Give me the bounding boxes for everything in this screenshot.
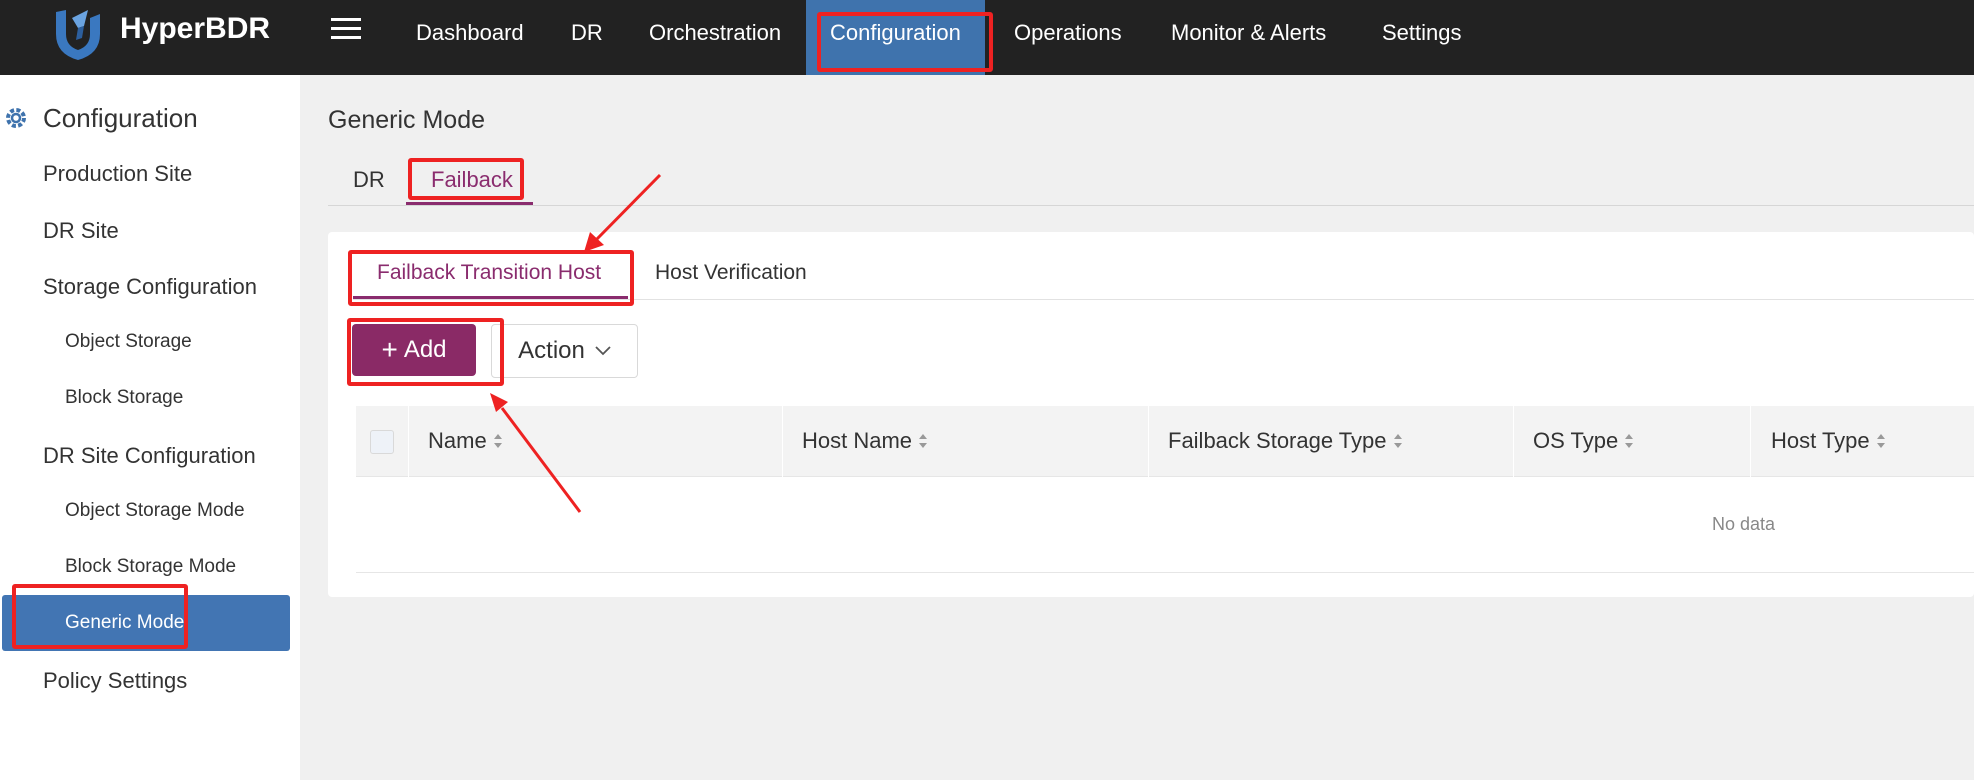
nav-operations[interactable]: Operations — [1014, 0, 1122, 75]
column-label: Failback Storage Type — [1168, 428, 1387, 453]
sidebar-item-generic-mode[interactable]: Generic Mode — [65, 612, 184, 634]
subtab-active-indicator — [353, 296, 628, 299]
sidebar-item-policy-settings[interactable]: Policy Settings — [43, 668, 187, 694]
menu-toggle-icon[interactable] — [331, 14, 361, 44]
tab-failback-transition-host[interactable]: Failback Transition Host — [377, 261, 601, 285]
sidebar-item-block-storage-mode[interactable]: Block Storage Mode — [65, 556, 236, 578]
add-button[interactable]: + Add — [352, 324, 476, 376]
action-button-label: Action — [518, 337, 585, 364]
page-title: Generic Mode — [328, 106, 486, 134]
column-label: Name — [428, 428, 487, 453]
column-label: OS Type — [1533, 428, 1619, 453]
column-divider — [782, 406, 783, 477]
hyperbdr-logo-icon — [56, 10, 100, 60]
tabs-divider — [328, 205, 1974, 206]
sidebar-item-production-site[interactable]: Production Site — [43, 161, 192, 187]
column-header-os-type[interactable]: OS Type — [1533, 428, 1634, 454]
nav-dashboard[interactable]: Dashboard — [416, 0, 524, 75]
nav-orchestration[interactable]: Orchestration — [649, 0, 781, 75]
subtabs-divider — [353, 299, 1974, 300]
sort-icon — [919, 434, 928, 448]
select-all-checkbox[interactable] — [370, 430, 394, 454]
sidebar-item-dr-site-configuration[interactable]: DR Site Configuration — [43, 443, 256, 469]
plus-icon: + — [381, 334, 398, 365]
add-button-label: Add — [403, 336, 447, 363]
table-bottom-border — [356, 572, 1974, 573]
sidebar-item-object-storage[interactable]: Object Storage — [65, 331, 192, 353]
sort-icon — [493, 434, 502, 448]
table-empty-text: No data — [1712, 514, 1776, 534]
table-header — [356, 406, 1974, 477]
tab-dr[interactable]: DR — [353, 167, 385, 193]
column-header-host-type[interactable]: Host Type — [1771, 428, 1886, 454]
column-header-host-name[interactable]: Host Name — [802, 428, 928, 454]
column-label: Host Type — [1771, 428, 1870, 453]
column-label: Host Name — [802, 428, 913, 453]
column-header-name[interactable]: Name — [428, 428, 503, 454]
sidebar-header-label: Configuration — [43, 102, 198, 133]
top-navigation-bar: HyperBDR Dashboard DR Orchestration Conf… — [0, 0, 1974, 75]
tab-host-verification[interactable]: Host Verification — [655, 261, 807, 285]
gear-icon — [6, 108, 26, 128]
sort-icon — [1393, 434, 1402, 448]
chevron-down-icon — [595, 346, 611, 356]
column-header-failback-storage-type[interactable]: Failback Storage Type — [1168, 428, 1403, 454]
nav-monitor-alerts[interactable]: Monitor & Alerts — [1171, 0, 1326, 75]
sidebar-item-object-storage-mode[interactable]: Object Storage Mode — [65, 500, 245, 522]
brand-name: HyperBDR — [120, 12, 271, 45]
sidebar-header: Configuration — [0, 102, 198, 134]
nav-dr[interactable]: DR — [571, 0, 603, 75]
column-divider — [1513, 406, 1514, 477]
tab-failback[interactable]: Failback — [431, 167, 513, 193]
sort-icon — [1876, 434, 1885, 448]
sidebar-item-block-storage[interactable]: Block Storage — [65, 387, 183, 409]
column-divider — [1750, 406, 1751, 477]
nav-configuration[interactable]: Configuration — [806, 0, 985, 75]
column-divider — [1148, 406, 1149, 477]
sidebar-item-storage-configuration[interactable]: Storage Configuration — [43, 274, 257, 300]
nav-settings[interactable]: Settings — [1382, 0, 1462, 75]
column-divider — [408, 406, 409, 477]
tab-active-indicator — [406, 202, 533, 205]
action-dropdown-button[interactable]: Action — [491, 324, 638, 378]
sort-icon — [1625, 434, 1634, 448]
sidebar-item-dr-site[interactable]: DR Site — [43, 218, 119, 244]
